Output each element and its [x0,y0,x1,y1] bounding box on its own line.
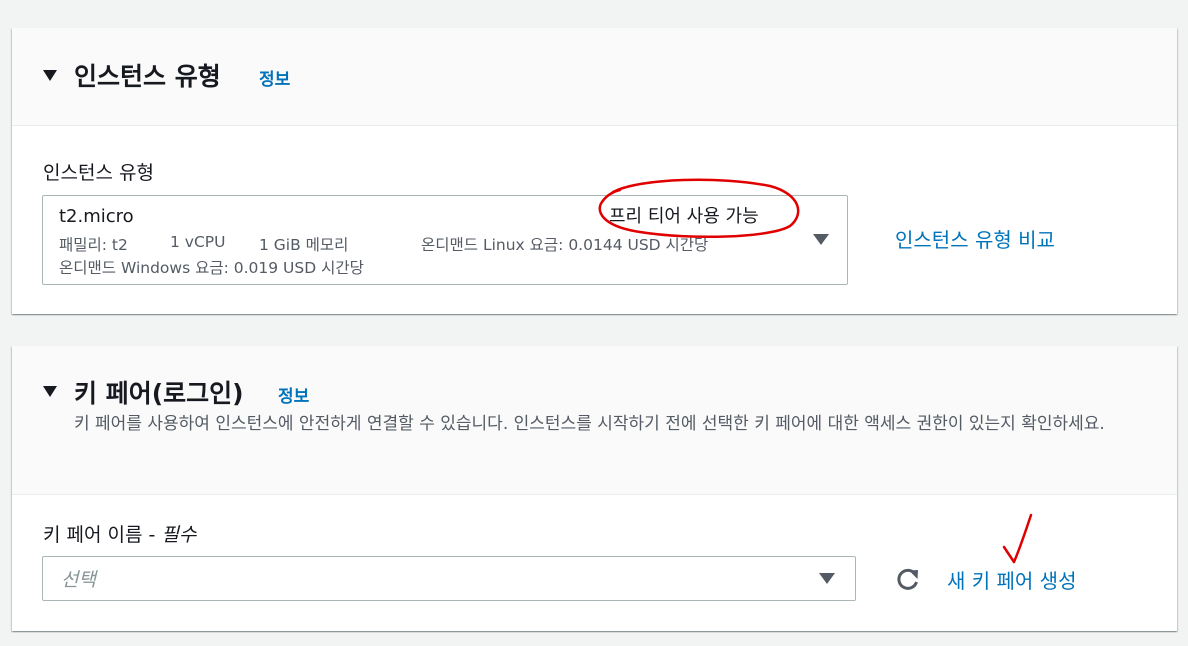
instance-type-label: 인스턴스 유형 [43,162,154,184]
select-placeholder: 선택 [61,569,96,591]
key-pair-select[interactable]: 선택 [42,556,856,601]
free-tier-badge: 프리 티어 사용 가능 [609,206,759,227]
compare-instance-types-link[interactable]: 인스턴스 유형 비교 [895,224,1055,253]
refresh-icon[interactable] [895,566,921,592]
collapse-caret-icon[interactable] [43,70,57,81]
instance-type-select[interactable]: t2.micro 패밀리: t2 1 vCPU 1 GiB 메모리 온디맨드 L… [42,195,848,285]
section-title: 인스턴스 유형 [74,62,221,91]
dropdown-caret-icon [813,234,829,245]
instance-type-name: t2.micro [59,206,134,227]
create-key-pair-link[interactable]: 새 키 페어 생성 [947,565,1076,594]
collapse-caret-icon[interactable] [43,386,57,397]
required-indicator: 필수 [161,524,197,546]
key-pair-header[interactable]: 키 페어(로그인) 정보 키 페어를 사용하여 인스턴스에 안전하게 연결할 수… [12,346,1177,495]
info-link[interactable]: 정보 [278,382,309,407]
linux-price: 온디맨드 Linux 요금: 0.0144 USD 시간당 [421,236,709,254]
section-description: 키 페어를 사용하여 인스턴스에 안전하게 연결할 수 있습니다. 인스턴스를 … [74,414,1105,434]
section-title: 키 페어(로그인) [74,379,244,408]
windows-price: 온디맨드 Windows 요금: 0.019 USD 시간당 [59,259,364,277]
instance-memory: 1 GiB 메모리 [259,236,349,254]
key-pair-panel: 키 페어(로그인) 정보 키 페어를 사용하여 인스턴스에 안전하게 연결할 수… [12,346,1177,631]
instance-type-header[interactable]: 인스턴스 유형 정보 [12,28,1177,126]
key-pair-name-label: 키 페어 이름 - 필수 [43,520,196,547]
instance-type-panel: 인스턴스 유형 정보 인스턴스 유형 t2.micro 패밀리: t2 1 vC… [12,28,1177,314]
instance-vcpu: 1 vCPU [170,233,226,251]
dropdown-caret-icon [819,573,835,584]
key-pair-name-text: 키 페어 이름 - [43,524,162,546]
instance-family: 패밀리: t2 [59,236,128,254]
info-link[interactable]: 정보 [259,65,290,90]
